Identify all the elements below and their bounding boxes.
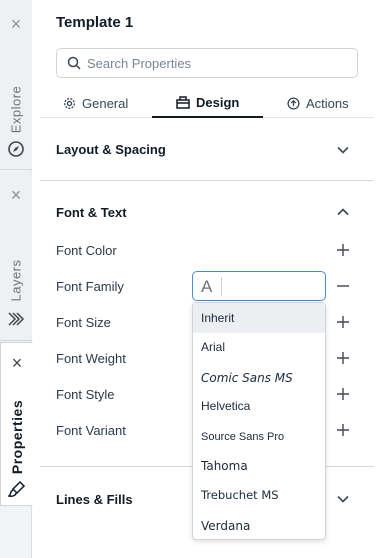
add-font-color-icon[interactable] bbox=[337, 244, 349, 256]
rail-tab-properties[interactable]: × Properties bbox=[0, 342, 33, 506]
prop-font-style: Font Style bbox=[56, 387, 115, 402]
font-option-helvetica[interactable]: Helvetica bbox=[193, 391, 325, 421]
rail-tab-properties-label: Properties bbox=[9, 399, 25, 475]
properties-panel: Template 1 General Design bbox=[40, 0, 374, 558]
prop-font-color: Font Color bbox=[56, 243, 117, 258]
prop-font-weight: Font Weight bbox=[56, 351, 126, 366]
rail-tab-explore-label: Explore bbox=[8, 85, 24, 134]
section-layout-spacing-title: Layout & Spacing bbox=[56, 142, 166, 157]
search-box[interactable] bbox=[56, 48, 358, 78]
font-option-arial[interactable]: Arial bbox=[193, 332, 325, 362]
font-option-trebuchet[interactable]: Trebuchet MS bbox=[193, 480, 325, 510]
close-layers-icon[interactable]: × bbox=[8, 186, 24, 204]
chevron-down-icon[interactable] bbox=[336, 492, 350, 506]
font-option-verdana[interactable]: Verdana bbox=[193, 511, 325, 541]
add-font-size-icon[interactable] bbox=[337, 316, 349, 328]
rail-tab-explore[interactable]: × Explore bbox=[0, 0, 32, 170]
prop-font-size: Font Size bbox=[56, 315, 111, 330]
prop-font-variant: Font Variant bbox=[56, 423, 126, 438]
font-family-combobox[interactable]: A bbox=[192, 271, 326, 301]
section-font-text-title: Font & Text bbox=[56, 205, 127, 220]
font-option-comic-sans[interactable]: Comic Sans MS bbox=[193, 363, 325, 393]
font-option-tahoma[interactable]: Tahoma bbox=[193, 451, 325, 481]
layers-icon bbox=[8, 312, 25, 326]
add-font-weight-icon[interactable] bbox=[337, 352, 349, 364]
panel-title: Template 1 bbox=[56, 14, 134, 31]
font-family-dropdown: Inherit Arial Comic Sans MS Helvetica So… bbox=[192, 302, 326, 540]
add-font-style-icon[interactable] bbox=[337, 388, 349, 400]
prop-font-family: Font Family bbox=[56, 279, 124, 294]
rail-tab-layers[interactable]: × Layers bbox=[0, 171, 32, 341]
tab-actions-label: Actions bbox=[306, 95, 349, 111]
section-font-text[interactable]: Font & Text bbox=[56, 205, 356, 220]
tab-general[interactable]: General bbox=[63, 88, 128, 118]
side-tab-rail: × Explore × Layers × Properties bbox=[0, 0, 33, 558]
font-prefix-icon: A bbox=[201, 277, 213, 296]
add-font-variant-icon[interactable] bbox=[337, 424, 349, 436]
tab-design-label: Design bbox=[196, 94, 240, 110]
search-icon bbox=[67, 56, 81, 70]
rail-tab-layers-label: Layers bbox=[8, 259, 24, 302]
actions-icon bbox=[287, 96, 300, 110]
panel-tabs: General Design Actions bbox=[40, 88, 374, 118]
tab-actions[interactable]: Actions bbox=[287, 88, 349, 118]
chevron-down-icon[interactable] bbox=[336, 143, 350, 157]
font-option-inherit[interactable]: Inherit bbox=[193, 303, 325, 333]
input-separator bbox=[221, 277, 222, 296]
close-properties-icon[interactable]: × bbox=[9, 354, 25, 372]
tab-design[interactable]: Design bbox=[152, 88, 263, 118]
tab-general-label: General bbox=[82, 95, 129, 111]
chevron-up-icon[interactable] bbox=[336, 205, 350, 219]
remove-font-family-icon[interactable] bbox=[337, 280, 349, 292]
search-input[interactable] bbox=[87, 53, 347, 73]
section-lines-fills-title: Lines & Fills bbox=[56, 492, 133, 507]
font-option-source-sans-pro[interactable]: Source Sans Pro bbox=[193, 422, 325, 452]
brush-icon bbox=[8, 480, 26, 497]
divider bbox=[40, 180, 374, 181]
close-explore-icon[interactable]: × bbox=[8, 15, 24, 33]
design-icon bbox=[176, 95, 190, 109]
compass-icon bbox=[8, 141, 24, 157]
gear-icon bbox=[64, 97, 75, 109]
section-layout-spacing[interactable]: Layout & Spacing bbox=[56, 142, 356, 157]
